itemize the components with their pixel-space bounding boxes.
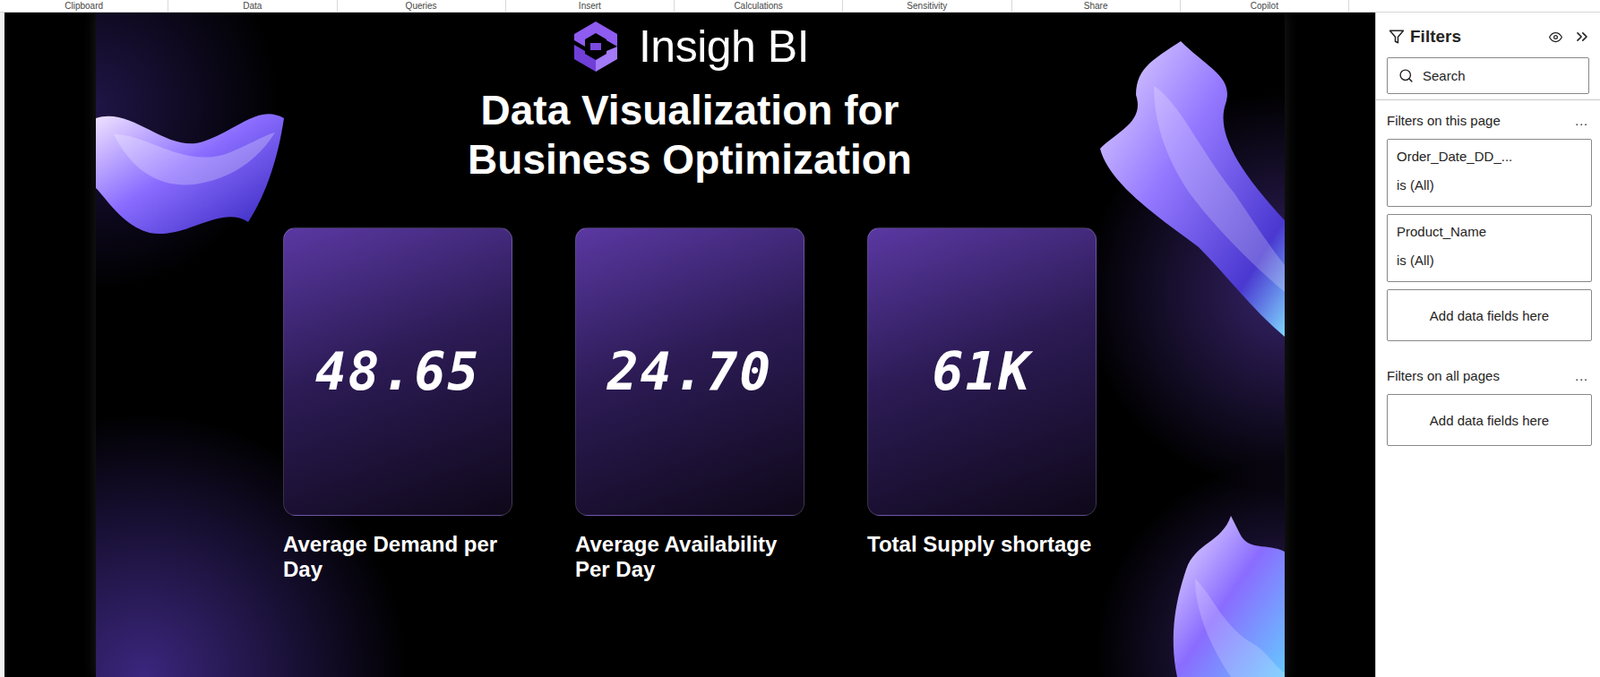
kpi-value: 24.70 [607, 341, 774, 403]
filter-icon [1388, 28, 1405, 45]
filter-section: Filters on all pages... Add data fields h… [1376, 355, 1600, 461]
add-field-drop-zone[interactable]: Add data fields here [1386, 289, 1592, 342]
ribbon-group-label[interactable]: Queries [337, 0, 507, 12]
kpi-card-box[interactable]: 24.70 [575, 227, 805, 517]
more-options-button[interactable]: ... [1574, 369, 1592, 384]
filter-card[interactable]: Product_Nameis (All) [1386, 214, 1592, 283]
kpi-card-box[interactable]: 48.65 [283, 227, 513, 517]
more-options-button[interactable]: ... [1574, 113, 1592, 129]
filters-pane: Filters Search Filters on this page... Orde… [1375, 12, 1600, 677]
filter-search[interactable]: Search [1386, 57, 1590, 95]
filters-header: Filters [1376, 12, 1600, 56]
ribbon: ClipboardDataQueriesInsertCalculationsSe… [0, 0, 1600, 13]
collapse-icon[interactable] [1573, 27, 1592, 46]
silk-decoration-icon [95, 98, 284, 242]
silk-decoration-icon [1168, 516, 1285, 677]
eye-icon[interactable] [1548, 30, 1563, 44]
filter-section-header: Filters on all pages... [1386, 368, 1592, 384]
report-title: Data Visualization forBusiness Optimizat… [467, 86, 912, 185]
divider [1376, 99, 1600, 101]
ribbon-group-label[interactable]: Clipboard [0, 0, 169, 12]
report-area: Insigh BI Data Visualization forBusiness … [0, 12, 1376, 677]
filters-title: Filters [1388, 26, 1462, 47]
filter-section-header: Filters on this page... [1386, 112, 1592, 129]
logo-text: Insigh BI [638, 20, 809, 73]
kpi-card-box[interactable]: 61K [867, 227, 1097, 517]
kpi-card[interactable]: 48.65 Average Demand per Day [283, 227, 513, 583]
report-logo: Insigh BI [570, 19, 809, 74]
kpi-card[interactable]: 24.70 Average Availability Per Day [575, 227, 805, 583]
kpi-label: Total Supply shortage [867, 532, 1097, 558]
power-bi-window: ClipboardDataQueriesInsertCalculationsSe… [0, 0, 1600, 677]
filter-section: Filters on this page... Order_Date_DD_...… [1376, 100, 1600, 356]
ribbon-group-label[interactable]: Insert [506, 0, 675, 12]
ribbon-group-label[interactable]: Share [1012, 0, 1181, 12]
ribbon-group-label[interactable]: Sensitivity [843, 0, 1012, 12]
add-field-drop-zone[interactable]: Add data fields here [1386, 394, 1592, 447]
ribbon-group-label[interactable]: Calculations [674, 0, 844, 12]
search-icon [1398, 68, 1414, 84]
kpi-label: Average Availability Per Day [575, 532, 805, 583]
report-canvas: Insigh BI Data Visualization forBusiness … [95, 12, 1285, 677]
kpi-label: Average Demand per Day [283, 532, 513, 583]
kpi-value: 48.65 [315, 341, 482, 403]
kpi-card-row: 48.65 Average Demand per Day 24.70 Average … [283, 227, 1097, 583]
kpi-value: 61K [932, 341, 1033, 403]
logo-icon [570, 19, 621, 74]
silk-decoration-icon [1100, 41, 1285, 337]
filter-card[interactable]: Order_Date_DD_...is (All) [1386, 138, 1592, 207]
kpi-card[interactable]: 61K Total Supply shortage [867, 227, 1097, 583]
ribbon-group-label[interactable]: Data [168, 0, 337, 12]
ribbon-group-label[interactable]: Copilot [1180, 0, 1350, 12]
